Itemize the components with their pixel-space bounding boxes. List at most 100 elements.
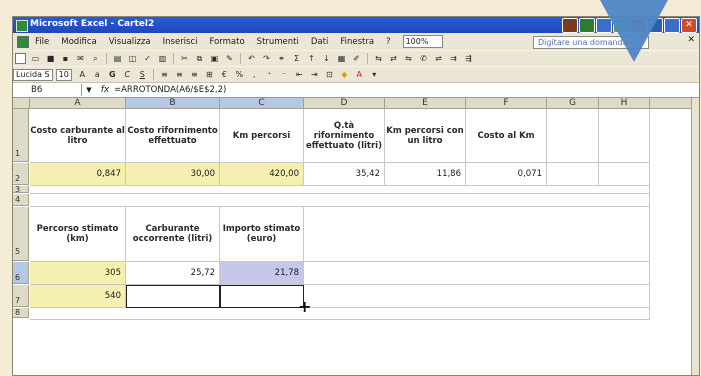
- menu-finestra[interactable]: Finestra: [340, 37, 374, 47]
- track-icon[interactable]: ⇋: [403, 53, 414, 64]
- menu-inserisci[interactable]: Inserisci: [163, 37, 198, 47]
- font-size-select[interactable]: 10: [55, 68, 72, 81]
- row-header-5[interactable]: 5: [13, 207, 29, 261]
- cell-e1[interactable]: Km percorsi con un litro: [385, 109, 466, 163]
- toolbar-options-icon[interactable]: ▾: [369, 69, 380, 80]
- cell-b2[interactable]: 30,00: [126, 163, 220, 186]
- column-header-c[interactable]: C: [220, 98, 304, 109]
- menu-modifica[interactable]: Modifica: [61, 37, 97, 47]
- underline-icon[interactable]: S: [137, 69, 148, 80]
- column-header-a[interactable]: A: [30, 98, 126, 109]
- open-icon[interactable]: ▭: [30, 53, 41, 64]
- minimize-icon[interactable]: [562, 18, 578, 33]
- cell-h2[interactable]: [599, 163, 650, 186]
- cell-c7[interactable]: [220, 285, 304, 308]
- cell-e2[interactable]: 11,86: [385, 163, 466, 186]
- row-header-3[interactable]: 3: [13, 186, 29, 194]
- row-6-empty[interactable]: [304, 262, 650, 285]
- menu-formato[interactable]: Formato: [210, 37, 245, 47]
- column-header-extra[interactable]: [650, 98, 693, 109]
- cell-g2[interactable]: [547, 163, 599, 186]
- worksheet-grid[interactable]: A B C D E F G H 1 2 3 4 5 6 7 8 Costo ca…: [13, 98, 699, 375]
- save-icon[interactable]: ■: [45, 53, 56, 64]
- cell-c2[interactable]: 420,00: [220, 163, 304, 186]
- row-5-empty[interactable]: [304, 207, 650, 262]
- chart-icon[interactable]: ▦: [336, 53, 347, 64]
- row-header-7[interactable]: 7: [13, 285, 29, 307]
- column-header-b[interactable]: B: [126, 98, 220, 109]
- compare-icon[interactable]: ⇌: [433, 53, 444, 64]
- menu-visualizza[interactable]: Visualizza: [109, 37, 151, 47]
- permission-icon[interactable]: ▪: [60, 53, 71, 64]
- menu-file[interactable]: File: [35, 37, 49, 47]
- undo-icon[interactable]: ↶: [246, 53, 257, 64]
- autosum-icon[interactable]: Σ: [291, 53, 302, 64]
- column-header-e[interactable]: E: [385, 98, 466, 109]
- decimal-increase-icon[interactable]: ⁺: [264, 69, 275, 80]
- close-workbook-icon[interactable]: ✕: [687, 35, 695, 45]
- row-3-cells[interactable]: [30, 186, 650, 194]
- reply-icon[interactable]: ⇄: [388, 53, 399, 64]
- zoom-select[interactable]: 100%: [402, 35, 443, 48]
- research-icon[interactable]: ▥: [157, 53, 168, 64]
- cell-c6[interactable]: 21,78: [220, 262, 304, 285]
- chevron-down-icon[interactable]: ▼: [82, 86, 96, 94]
- currency-icon[interactable]: €: [219, 69, 230, 80]
- thousands-icon[interactable]: ,: [249, 69, 260, 80]
- drawing-icon[interactable]: ✐: [351, 53, 362, 64]
- workbook-icon[interactable]: [17, 35, 29, 48]
- cell-b5[interactable]: Carburante occorrente (litri): [126, 207, 220, 262]
- decimal-decrease-icon[interactable]: ⁻: [279, 69, 290, 80]
- print-preview-icon[interactable]: ◫: [127, 53, 138, 64]
- font-name-select[interactable]: Lucida S: [13, 68, 53, 81]
- cell-g1[interactable]: [547, 109, 599, 163]
- vertical-scrollbar[interactable]: [691, 98, 699, 375]
- cell-b6[interactable]: 25,72: [126, 262, 220, 285]
- italic-icon[interactable]: C: [122, 69, 133, 80]
- fx-icon[interactable]: fx: [96, 85, 114, 95]
- new-icon[interactable]: [15, 53, 26, 64]
- font-shrink-icon[interactable]: a: [92, 69, 103, 80]
- font-color-icon[interactable]: A: [354, 69, 365, 80]
- select-all-corner[interactable]: [13, 98, 30, 109]
- borders-icon[interactable]: ⊡: [324, 69, 335, 80]
- indent-increase-icon[interactable]: ⇥: [309, 69, 320, 80]
- menu-help[interactable]: ?: [386, 37, 391, 47]
- cell-d1[interactable]: Q.tà rifornimento effettuato (litri): [304, 109, 385, 163]
- row-header-1[interactable]: 1: [13, 109, 29, 162]
- copy-icon[interactable]: ⧉: [194, 53, 205, 64]
- cell-f2[interactable]: 0,071: [466, 163, 547, 186]
- hyperlink-icon[interactable]: ⚭: [276, 53, 287, 64]
- column-header-h[interactable]: H: [599, 98, 650, 109]
- cell-a6[interactable]: 305: [30, 262, 126, 285]
- row-8-cells[interactable]: [30, 308, 650, 320]
- print-icon[interactable]: ▤: [112, 53, 123, 64]
- align-center-icon[interactable]: ≡: [174, 69, 185, 80]
- column-header-g[interactable]: G: [547, 98, 599, 109]
- bold-icon[interactable]: G: [107, 69, 118, 80]
- email-icon[interactable]: ✉: [75, 53, 86, 64]
- row-header-6[interactable]: 6: [13, 262, 29, 284]
- cell-a1[interactable]: Costo carburante al litro: [30, 109, 126, 163]
- paste-icon[interactable]: ▣: [209, 53, 220, 64]
- format-painter-icon[interactable]: ✎: [224, 53, 235, 64]
- percent-icon[interactable]: %: [234, 69, 245, 80]
- font-grow-icon[interactable]: A: [77, 69, 88, 80]
- cell-a7[interactable]: 540: [30, 285, 126, 308]
- app-button-icon[interactable]: [579, 18, 595, 33]
- formula-input[interactable]: =ARROTONDA(A6/$E$2,2): [114, 85, 226, 95]
- cell-a2[interactable]: 0,847: [30, 163, 126, 186]
- cell-b1[interactable]: Costo rifornimento effettuato: [126, 109, 220, 163]
- comment-icon[interactable]: ✆: [418, 53, 429, 64]
- merge-icon[interactable]: ⇉: [448, 53, 459, 64]
- review-icon[interactable]: ⇆: [373, 53, 384, 64]
- column-header-f[interactable]: F: [466, 98, 547, 109]
- merge-center-icon[interactable]: ⊞: [204, 69, 215, 80]
- row-4-cells[interactable]: [30, 194, 650, 207]
- cell-c1[interactable]: Km percorsi: [220, 109, 304, 163]
- align-right-icon[interactable]: ≡: [189, 69, 200, 80]
- sort-ascending-icon[interactable]: ↑: [306, 53, 317, 64]
- search-icon[interactable]: ⌕: [90, 53, 101, 64]
- end-review-icon[interactable]: ⇶: [463, 53, 474, 64]
- row-header-4[interactable]: 4: [13, 194, 29, 206]
